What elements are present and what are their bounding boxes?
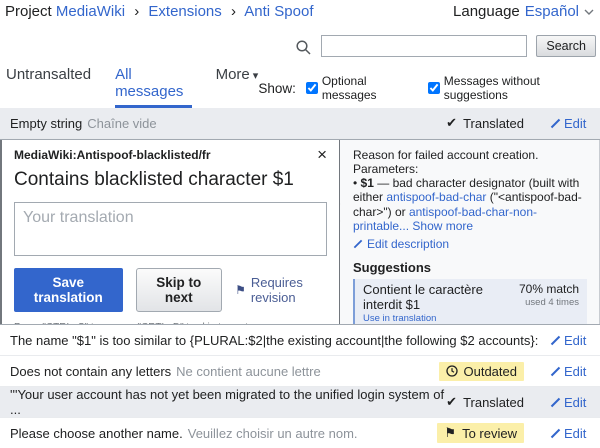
bullet: • bbox=[353, 176, 357, 190]
translate-page: Project MediaWiki › Extensions › Anti Sp… bbox=[0, 0, 600, 448]
breadcrumb-link-extensions[interactable]: Extensions bbox=[148, 3, 221, 20]
source-message-text: Contains blacklisted character $1 bbox=[14, 169, 327, 191]
message-translation: Chaîne vide bbox=[87, 116, 156, 131]
translation-textarea[interactable] bbox=[14, 202, 327, 256]
tabs: Untransalted All messages More▾ bbox=[6, 66, 258, 108]
edit-link[interactable]: Edit bbox=[550, 333, 590, 348]
tabs-row: Untransalted All messages More▾ Show: Op… bbox=[0, 66, 600, 108]
chevron-down-icon bbox=[584, 9, 594, 16]
suggestion-usage-count: used 4 times bbox=[519, 297, 579, 308]
breadcrumb-project-label: Project bbox=[5, 3, 52, 20]
suggestion-item[interactable]: Contient le caractère interdit $1 Use in… bbox=[353, 279, 587, 324]
param-name: $1 bbox=[361, 176, 374, 190]
check-icon: ✔ bbox=[446, 394, 457, 410]
edit-link[interactable]: Edit bbox=[550, 426, 590, 441]
show-label: Show: bbox=[258, 81, 296, 96]
without-suggestions-checkbox[interactable] bbox=[428, 82, 440, 94]
status-badge-translated: ✔ Translated bbox=[446, 394, 524, 410]
edit-link[interactable]: Edit bbox=[550, 116, 590, 131]
status-badge-translated: ✔ Translated bbox=[446, 115, 524, 131]
language-label: Language bbox=[453, 3, 520, 20]
edit-pencil-icon bbox=[353, 239, 363, 249]
message-source: The name "$1" is too similar to {PLURAL:… bbox=[10, 333, 538, 348]
check-icon: ✔ bbox=[446, 115, 457, 131]
show-filters: Show: Optional messages Messages without… bbox=[258, 74, 597, 108]
suggestions-heading: Suggestions bbox=[353, 260, 587, 275]
doc-link-antispoof-bad-char[interactable]: antispoof-bad-char bbox=[386, 190, 486, 204]
translation-editor: MediaWiki:Antispoof-blacklisted/fr × Con… bbox=[0, 139, 600, 325]
clock-icon bbox=[446, 365, 458, 377]
language-value[interactable]: Español bbox=[525, 3, 579, 20]
tab-more[interactable]: More▾ bbox=[216, 66, 259, 108]
breadcrumb-link-antispoof[interactable]: Anti Spoof bbox=[244, 3, 313, 20]
editor-panel: MediaWiki:Antispoof-blacklisted/fr × Con… bbox=[0, 140, 340, 324]
breadcrumb-separator: › bbox=[231, 3, 236, 20]
top-bar: Project MediaWiki › Extensions › Anti Sp… bbox=[0, 0, 600, 20]
tab-untranslated[interactable]: Untransalted bbox=[6, 66, 91, 108]
message-row-name-too-similar[interactable]: The name "$1" is too similar to {PLURAL:… bbox=[0, 325, 600, 356]
edit-link[interactable]: Edit bbox=[550, 395, 590, 410]
message-key: MediaWiki:Antispoof-blacklisted/fr bbox=[14, 148, 211, 162]
status-badge-to-review: ⚑ To review bbox=[437, 423, 524, 443]
suggestion-match-percent: 70% match bbox=[519, 282, 579, 296]
filter-without-suggestions[interactable]: Messages without suggestions bbox=[428, 74, 597, 102]
close-icon[interactable]: × bbox=[317, 148, 327, 162]
search-button[interactable]: Search bbox=[536, 35, 596, 57]
show-more-link[interactable]: Show more bbox=[412, 219, 473, 233]
message-description: Reason for failed account creation. Para… bbox=[353, 148, 587, 233]
requires-revision-toggle[interactable]: ⚑ Requires revision bbox=[235, 275, 327, 305]
edit-description-link[interactable]: Edit description bbox=[353, 237, 449, 251]
breadcrumb-separator: › bbox=[134, 3, 139, 20]
message-info-panel: Reason for failed account creation. Para… bbox=[340, 140, 600, 324]
optional-messages-checkbox[interactable] bbox=[306, 82, 318, 94]
message-translation: Veuillez choisir un autre nom. bbox=[188, 426, 358, 441]
message-row-empty-string[interactable]: Empty string Chaîne vide ✔ Translated Ed… bbox=[0, 108, 600, 139]
language-selector[interactable]: Language Español bbox=[453, 3, 594, 20]
message-row-choose-another-name[interactable]: Please choose another name. Veuillez cho… bbox=[0, 418, 600, 448]
message-translation: Ne contient aucune lettre bbox=[176, 364, 321, 379]
edit-pencil-icon bbox=[550, 397, 561, 408]
panel-notch bbox=[340, 203, 349, 221]
filter-optional-messages[interactable]: Optional messages bbox=[306, 74, 418, 102]
breadcrumb-link-mediawiki[interactable]: MediaWiki bbox=[56, 3, 125, 20]
flag-icon: ⚑ bbox=[444, 425, 456, 441]
status-badge-outdated: Outdated bbox=[439, 362, 525, 381]
edit-pencil-icon bbox=[550, 118, 561, 129]
edit-pencil-icon bbox=[550, 335, 561, 346]
breadcrumb: Project MediaWiki › Extensions › Anti Sp… bbox=[5, 3, 314, 20]
tab-all-messages[interactable]: All messages bbox=[115, 66, 192, 108]
message-source: '''Your user account has not yet been mi… bbox=[10, 387, 446, 417]
search-icon bbox=[295, 39, 312, 56]
message-source: Please choose another name. bbox=[10, 426, 183, 441]
search-input[interactable] bbox=[321, 35, 527, 57]
search-bar: Search bbox=[0, 35, 600, 57]
message-source: Empty string bbox=[10, 116, 82, 131]
edit-pencil-icon bbox=[550, 366, 561, 377]
use-in-translation-link[interactable]: Use in translation bbox=[363, 313, 511, 324]
skip-to-next-button[interactable]: Skip to next bbox=[136, 268, 223, 312]
edit-link[interactable]: Edit bbox=[550, 364, 590, 379]
edit-pencil-icon bbox=[550, 428, 561, 439]
save-translation-button[interactable]: Save translation bbox=[14, 268, 123, 312]
message-row-account-migration[interactable]: '''Your user account has not yet been mi… bbox=[0, 387, 600, 418]
flag-icon: ⚑ bbox=[235, 283, 246, 297]
suggestion-text: Contient le caractère interdit $1 bbox=[363, 282, 511, 312]
message-row-no-letters[interactable]: Does not contain any letters Ne contient… bbox=[0, 356, 600, 387]
keyboard-shortcut-hint: Press "CTRL+S" to save or "CRTL+D" to sk… bbox=[14, 322, 327, 324]
message-source: Does not contain any letters bbox=[10, 364, 171, 379]
